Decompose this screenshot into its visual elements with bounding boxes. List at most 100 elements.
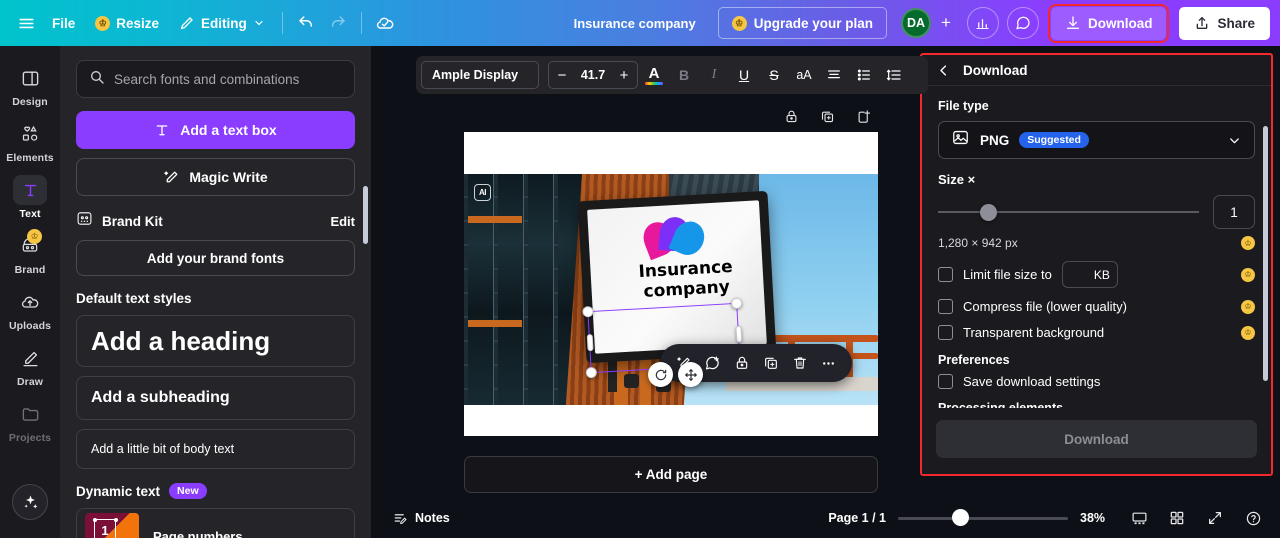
cloud-saved-icon[interactable] (369, 7, 401, 39)
share-button[interactable]: Share (1179, 6, 1270, 40)
resize-handle-left[interactable] (586, 334, 594, 352)
sidebar-item-elements[interactable]: Elements (2, 114, 58, 168)
size-slider[interactable] (938, 203, 1199, 221)
bold-button[interactable]: B (670, 61, 698, 89)
share-label: Share (1217, 15, 1255, 31)
back-chevron-icon[interactable] (936, 63, 951, 78)
font-size-value[interactable]: 41.7 (574, 68, 612, 82)
sidebar-item-text[interactable]: Text (2, 170, 58, 224)
checkbox-compress-file[interactable] (938, 299, 953, 314)
style-card-subheading[interactable]: Add a subheading (76, 376, 355, 420)
editing-label: Editing (201, 15, 247, 31)
option-limit-file-size[interactable]: Limit file size to KB ♔ (938, 261, 1255, 288)
file-size-kb-input[interactable]: KB (1061, 261, 1118, 288)
duplicate-page-icon[interactable] (816, 105, 838, 127)
search-input[interactable] (114, 71, 342, 87)
checkbox-limit-file-size[interactable] (938, 267, 953, 282)
style-card-body[interactable]: Add a little bit of body text (76, 429, 355, 469)
comment-add-icon[interactable] (699, 350, 726, 377)
editing-mode-button[interactable]: Editing (169, 7, 275, 39)
grid-view-icon[interactable] (1164, 505, 1190, 531)
bottom-bar: Notes Page 1 / 1 38% (371, 498, 1280, 538)
design-page[interactable]: Insurance company AI (464, 132, 878, 436)
option-compress-file[interactable]: Compress file (lower quality) ♔ (938, 299, 1255, 314)
more-options-icon[interactable] (815, 350, 842, 377)
zoom-slider[interactable] (898, 509, 1068, 527)
dynamic-text-title: Dynamic text (76, 483, 161, 499)
strikethrough-button[interactable]: S (760, 61, 788, 89)
zoom-slider-track (898, 517, 1068, 520)
panel-scrollbar[interactable] (363, 186, 368, 244)
magic-write-button[interactable]: Magic Write (76, 158, 355, 196)
zoom-slider-knob[interactable] (952, 509, 970, 526)
sidebar-item-design[interactable]: Design (2, 58, 58, 112)
redo-icon[interactable] (322, 7, 354, 39)
font-size-increase[interactable]: + (614, 63, 634, 87)
size-slider-knob[interactable] (979, 204, 997, 221)
add-page-icon[interactable] (852, 105, 874, 127)
download-submit-button[interactable]: Download (936, 420, 1257, 458)
size-multiplier-input[interactable]: 1 (1213, 195, 1255, 229)
page-numbers-card[interactable]: 1 2 Page numbers (76, 508, 355, 538)
avatar[interactable]: DA (900, 8, 931, 38)
checkbox-save-download-settings[interactable] (938, 374, 953, 389)
underline-button[interactable]: U (730, 61, 758, 89)
sidebar-item-projects[interactable]: Projects (2, 394, 58, 448)
resize-button[interactable]: ♔ Resize (85, 7, 169, 39)
lock-icon[interactable] (780, 105, 802, 127)
crown-icon-upgrade: ♔ (731, 15, 747, 31)
add-collaborator-button[interactable]: + (933, 10, 959, 36)
search-fonts-box[interactable] (76, 60, 355, 98)
left-rail: Design Elements Text ♔ Brand Uploads Dra… (0, 46, 60, 538)
style-card-heading[interactable]: Add a heading (76, 315, 355, 367)
file-menu-button[interactable]: File (42, 7, 85, 39)
file-type-select[interactable]: PNG Suggested (938, 121, 1255, 159)
hamburger-icon[interactable] (10, 7, 42, 39)
help-icon[interactable] (1240, 505, 1266, 531)
move-icon[interactable] (678, 362, 703, 387)
comment-icon[interactable] (1006, 7, 1039, 39)
text-panel: Add a text box Magic Write Brand Kit Edi… (60, 46, 371, 538)
text-case-button[interactable]: aA (790, 61, 818, 89)
bullet-list-icon[interactable] (850, 61, 878, 89)
magic-sparkle-icon[interactable] (12, 484, 48, 520)
sidebar-item-draw[interactable]: Draw (2, 338, 58, 392)
notes-button[interactable]: Notes (385, 504, 458, 532)
analytics-icon[interactable] (966, 7, 999, 39)
company-logo (638, 215, 710, 261)
text-color-button[interactable]: A (640, 61, 668, 89)
sidebar-item-brand[interactable]: ♔ Brand (2, 226, 58, 280)
add-text-box-button[interactable]: Add a text box (76, 111, 355, 149)
billboard-text[interactable]: Insurance company (598, 255, 767, 305)
rotate-icon[interactable] (648, 362, 673, 387)
option-save-download-settings[interactable]: Save download settings (938, 374, 1255, 389)
undo-icon[interactable] (290, 7, 322, 39)
align-icon[interactable] (820, 61, 848, 89)
brand-kit-edit-button[interactable]: Edit (330, 214, 355, 229)
line-spacing-icon[interactable] (880, 61, 908, 89)
document-title[interactable]: Insurance company (564, 8, 706, 38)
download-panel-header: Download (922, 55, 1271, 86)
add-brand-fonts-button[interactable]: Add your brand fonts (76, 240, 355, 276)
lock-icon[interactable] (728, 350, 755, 377)
trash-icon[interactable] (786, 350, 813, 377)
option-transparent-background[interactable]: Transparent background ♔ (938, 325, 1255, 340)
download-panel-scrollbar[interactable] (1263, 126, 1268, 381)
fullscreen-icon[interactable] (1202, 505, 1228, 531)
upgrade-plan-button[interactable]: ♔ Upgrade your plan (717, 7, 887, 39)
download-button[interactable]: Download (1047, 3, 1170, 43)
resize-handle-tl[interactable] (582, 305, 594, 318)
italic-button[interactable]: I (700, 61, 728, 89)
uploads-icon (13, 287, 47, 317)
resize-handle-right[interactable] (734, 325, 742, 343)
sidebar-label-elements: Elements (6, 152, 54, 164)
sidebar-item-uploads[interactable]: Uploads (2, 282, 58, 336)
add-page-button[interactable]: + Add page (464, 456, 878, 493)
font-size-decrease[interactable]: − (552, 63, 572, 87)
fit-page-icon[interactable] (1126, 505, 1152, 531)
font-family-select[interactable]: Ample Display (421, 61, 539, 89)
checkbox-transparent-background[interactable] (938, 325, 953, 340)
chevron-down-icon[interactable] (1227, 133, 1242, 148)
sidebar-label-design: Design (12, 96, 48, 108)
duplicate-icon[interactable] (757, 350, 784, 377)
